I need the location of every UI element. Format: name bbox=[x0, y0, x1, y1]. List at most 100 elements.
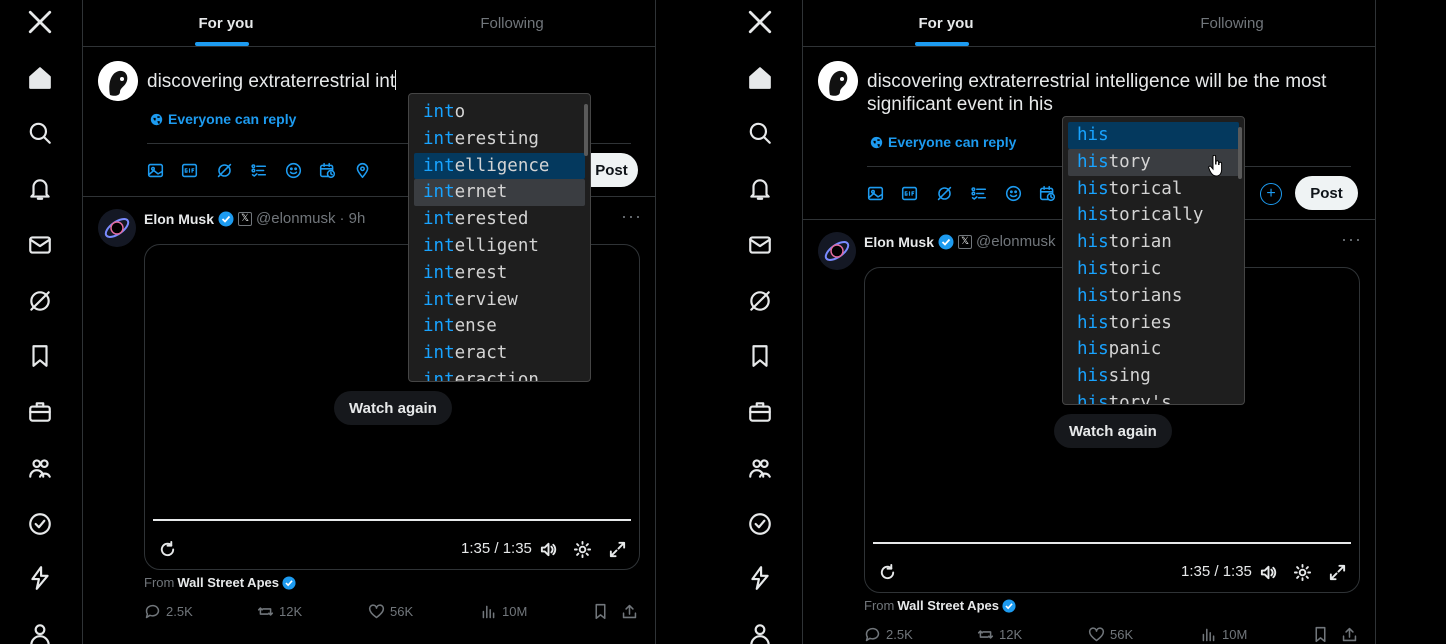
post-button[interactable]: Post bbox=[1295, 176, 1358, 210]
bookmarks-icon[interactable] bbox=[746, 342, 774, 370]
tweet-author-handle[interactable]: @elonmusk bbox=[976, 233, 1055, 250]
autocomplete-item[interactable]: interaction bbox=[414, 367, 585, 381]
bookmarks-icon[interactable] bbox=[26, 342, 54, 370]
user-avatar[interactable] bbox=[98, 61, 138, 101]
share-button[interactable] bbox=[1341, 626, 1358, 643]
video-progress-bar[interactable] bbox=[153, 519, 631, 521]
search-icon[interactable] bbox=[746, 119, 774, 147]
views-button[interactable]: 10M bbox=[480, 603, 527, 620]
schedule-icon[interactable] bbox=[1037, 183, 1057, 203]
bookmark-button[interactable] bbox=[592, 603, 609, 620]
location-icon[interactable] bbox=[352, 160, 372, 180]
poll-icon[interactable] bbox=[248, 160, 268, 180]
compose-input[interactable]: discovering extraterrestrial int bbox=[147, 70, 397, 93]
gif-icon[interactable] bbox=[899, 183, 919, 203]
autocomplete-item[interactable]: hispanic bbox=[1068, 336, 1239, 363]
home-icon[interactable] bbox=[746, 64, 774, 92]
schedule-icon[interactable] bbox=[317, 160, 337, 180]
profile-icon[interactable] bbox=[26, 620, 54, 644]
autocomplete-item[interactable]: historians bbox=[1068, 283, 1239, 310]
autocomplete-item[interactable]: interact bbox=[414, 340, 585, 367]
tab-for-you[interactable]: For you bbox=[803, 0, 1089, 46]
notifications-icon[interactable] bbox=[26, 175, 54, 203]
more-options-icon[interactable]: ··· bbox=[1341, 229, 1362, 250]
messages-icon[interactable] bbox=[26, 231, 54, 259]
autocomplete-item[interactable]: interview bbox=[414, 287, 585, 314]
share-button[interactable] bbox=[621, 603, 638, 620]
autocomplete-item[interactable]: historical bbox=[1068, 176, 1239, 203]
reply-button[interactable]: 2.5K bbox=[144, 603, 193, 620]
media-icon[interactable] bbox=[865, 183, 885, 203]
profile-icon[interactable] bbox=[746, 620, 774, 644]
video-source-link[interactable]: Wall Street Apes bbox=[897, 598, 999, 613]
views-button[interactable]: 10M bbox=[1200, 626, 1247, 643]
autocomplete-item[interactable]: interest bbox=[414, 260, 585, 287]
autocomplete-item[interactable]: internet bbox=[414, 179, 585, 207]
video-source-link[interactable]: Wall Street Apes bbox=[177, 575, 279, 590]
emoji-icon[interactable] bbox=[283, 160, 303, 180]
user-avatar[interactable] bbox=[818, 61, 858, 101]
verified-orgs-icon[interactable] bbox=[26, 564, 54, 592]
grok-tool-icon[interactable] bbox=[934, 183, 954, 203]
tweet-author-name[interactable]: Elon Musk bbox=[144, 211, 214, 227]
grok-tool-icon[interactable] bbox=[214, 160, 234, 180]
gif-icon[interactable] bbox=[179, 160, 199, 180]
like-button[interactable]: 56K bbox=[368, 603, 413, 620]
premium-icon[interactable] bbox=[26, 510, 54, 538]
messages-icon[interactable] bbox=[746, 231, 774, 259]
autocomplete-item[interactable]: historically bbox=[1068, 202, 1239, 229]
premium-icon[interactable] bbox=[746, 510, 774, 538]
affiliate-x-icon[interactable]: 𝕏 bbox=[958, 234, 973, 249]
reply-setting-button[interactable]: Everyone can reply bbox=[870, 134, 1016, 150]
autocomplete-item[interactable]: histories bbox=[1068, 310, 1239, 337]
autocomplete-scrollbar[interactable] bbox=[584, 104, 588, 156]
more-options-icon[interactable]: ··· bbox=[621, 206, 642, 227]
autocomplete-scrollbar[interactable] bbox=[1238, 127, 1242, 179]
home-icon[interactable] bbox=[26, 64, 54, 92]
verified-orgs-icon[interactable] bbox=[746, 564, 774, 592]
autocomplete-item[interactable]: intelligence bbox=[414, 152, 585, 180]
x-logo-icon[interactable] bbox=[26, 8, 54, 36]
poll-icon[interactable] bbox=[968, 183, 988, 203]
tweet-time[interactable]: · 9h bbox=[339, 210, 365, 227]
communities-icon[interactable] bbox=[746, 454, 774, 482]
tab-following[interactable]: Following bbox=[1089, 0, 1375, 46]
compose-input[interactable]: discovering extraterrestrial intelligenc… bbox=[867, 70, 1357, 116]
tweet-author-name[interactable]: Elon Musk bbox=[864, 234, 934, 250]
x-logo-icon[interactable] bbox=[746, 8, 774, 36]
replay-icon[interactable] bbox=[877, 562, 897, 582]
jobs-icon[interactable] bbox=[26, 398, 54, 426]
watch-again-button[interactable]: Watch again bbox=[1054, 414, 1172, 448]
emoji-icon[interactable] bbox=[1003, 183, 1023, 203]
autocomplete-item[interactable]: historic bbox=[1068, 256, 1239, 283]
bookmark-button[interactable] bbox=[1312, 626, 1329, 643]
watch-again-button[interactable]: Watch again bbox=[334, 391, 452, 425]
autocomplete-item[interactable]: historian bbox=[1068, 229, 1239, 256]
reply-setting-button[interactable]: Everyone can reply bbox=[150, 111, 296, 127]
replay-icon[interactable] bbox=[157, 539, 177, 559]
jobs-icon[interactable] bbox=[746, 398, 774, 426]
autocomplete-item[interactable]: hissing bbox=[1068, 363, 1239, 390]
add-post-icon[interactable]: + bbox=[1260, 183, 1282, 205]
grok-icon[interactable] bbox=[26, 287, 54, 315]
autocomplete-item[interactable]: history's bbox=[1068, 390, 1239, 404]
communities-icon[interactable] bbox=[26, 454, 54, 482]
like-button[interactable]: 56K bbox=[1088, 626, 1133, 643]
volume-icon[interactable] bbox=[538, 539, 558, 559]
media-icon[interactable] bbox=[145, 160, 165, 180]
repost-button[interactable]: 12K bbox=[257, 603, 302, 620]
autocomplete-item[interactable]: his bbox=[1068, 122, 1239, 149]
tweet-author-avatar[interactable] bbox=[98, 209, 136, 247]
autocomplete-item[interactable]: intelligent bbox=[414, 233, 585, 260]
search-icon[interactable] bbox=[26, 119, 54, 147]
fullscreen-icon[interactable] bbox=[607, 539, 627, 559]
settings-gear-icon[interactable] bbox=[1292, 562, 1312, 582]
autocomplete-item[interactable]: intense bbox=[414, 313, 585, 340]
grok-icon[interactable] bbox=[746, 287, 774, 315]
video-progress-bar[interactable] bbox=[873, 542, 1351, 544]
reply-button[interactable]: 2.5K bbox=[864, 626, 913, 643]
autocomplete-item[interactable]: interesting bbox=[414, 126, 585, 153]
affiliate-x-icon[interactable]: 𝕏 bbox=[238, 211, 253, 226]
repost-button[interactable]: 12K bbox=[977, 626, 1022, 643]
notifications-icon[interactable] bbox=[746, 175, 774, 203]
